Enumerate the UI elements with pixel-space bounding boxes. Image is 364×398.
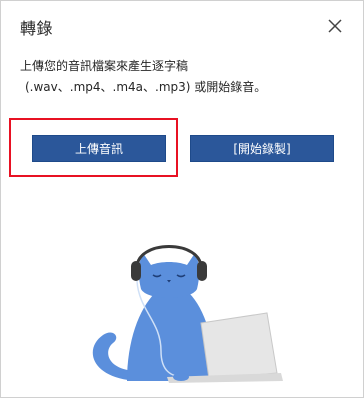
description-text: 上傳您的音訊檔案來產生逐字稿 (.wav、.mp4、.m4a、.mp3) 或開始…	[20, 56, 350, 98]
pane-title: 轉錄	[20, 19, 54, 38]
upload-audio-button[interactable]: 上傳音訊	[32, 135, 166, 162]
transcribe-pane: 轉錄 上傳您的音訊檔案來產生逐字稿 (.wav、.mp4、.m4a、.mp3) …	[0, 0, 364, 398]
cat-illustration	[81, 231, 291, 391]
start-recording-button[interactable]: [開始錄製]	[190, 135, 334, 162]
description-line-2: (.wav、.mp4、.m4a、.mp3) 或開始錄音。	[25, 80, 267, 94]
close-icon[interactable]	[325, 16, 345, 36]
description-line-1: 上傳您的音訊檔案來產生逐字稿	[20, 59, 189, 73]
